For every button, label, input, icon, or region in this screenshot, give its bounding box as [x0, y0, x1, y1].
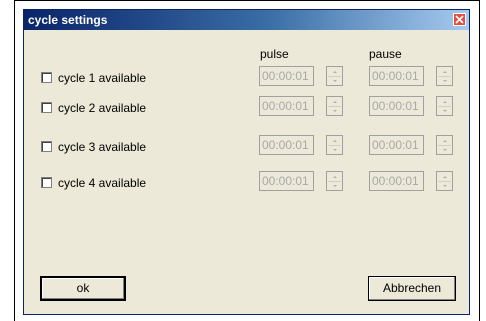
- page-border-top: [14, 0, 480, 1]
- spin-down-icon: [438, 146, 451, 154]
- close-button[interactable]: [453, 13, 466, 26]
- cycle-settings-dialog: cycle settings pulse pause cycle 1 avail…: [23, 9, 470, 315]
- spin-down-icon: [438, 182, 451, 190]
- page-border-left: [14, 0, 15, 321]
- cycle-3-pause-spinner: [436, 135, 453, 155]
- cycle-4-pause-spinner: [436, 171, 453, 191]
- page-border-right: [479, 0, 480, 321]
- spin-down-icon: [438, 77, 451, 85]
- spin-down-icon: [328, 182, 341, 190]
- title-bar[interactable]: cycle settings: [24, 10, 469, 30]
- cycle-3-label: cycle 3 available: [58, 140, 147, 154]
- cycle-1-pulse-spinner: [326, 66, 343, 86]
- spin-up-icon: [328, 68, 341, 77]
- spin-up-icon: [438, 68, 451, 77]
- spin-up-icon: [328, 98, 341, 107]
- cycle-4-pulse-field: 00:00:01: [259, 171, 314, 191]
- spin-up-icon: [438, 173, 451, 182]
- cycle-2-checkbox[interactable]: [41, 102, 52, 113]
- spin-up-icon: [328, 137, 341, 146]
- cycle-3-pulse-spinner: [326, 135, 343, 155]
- spin-up-icon: [438, 137, 451, 146]
- close-icon: [455, 15, 464, 24]
- cycle-2-pulse-spinner: [326, 96, 343, 116]
- cycle-3-checkbox[interactable]: [41, 141, 52, 152]
- spin-down-icon: [328, 107, 341, 115]
- spin-up-icon: [328, 173, 341, 182]
- cycle-4-label: cycle 4 available: [58, 176, 147, 190]
- cancel-button[interactable]: Abbrechen: [368, 276, 456, 301]
- cycle-2-pause-spinner: [436, 96, 453, 116]
- cycle-1-label: cycle 1 available: [58, 71, 147, 85]
- cycle-4-pause-field: 00:00:01: [369, 171, 424, 191]
- cycle-1-pause-field: 00:00:01: [369, 66, 424, 86]
- cycle-1-pause-spinner: [436, 66, 453, 86]
- cycle-2-label: cycle 2 available: [58, 101, 147, 115]
- spin-down-icon: [328, 77, 341, 85]
- cycle-4-checkbox[interactable]: [41, 177, 52, 188]
- pause-column-header: pause: [369, 47, 402, 61]
- dialog-title: cycle settings: [28, 13, 108, 27]
- spin-down-icon: [328, 146, 341, 154]
- ok-button[interactable]: ok: [40, 276, 126, 301]
- cycle-2-pulse-field: 00:00:01: [259, 96, 314, 116]
- cycle-4-pulse-spinner: [326, 171, 343, 191]
- cycle-1-pulse-field: 00:00:01: [259, 66, 314, 86]
- cycle-2-pause-field: 00:00:01: [369, 96, 424, 116]
- cycle-3-pulse-field: 00:00:01: [259, 135, 314, 155]
- spin-down-icon: [438, 107, 451, 115]
- spin-up-icon: [438, 98, 451, 107]
- cycle-3-pause-field: 00:00:01: [369, 135, 424, 155]
- pulse-column-header: pulse: [260, 47, 289, 61]
- cycle-1-checkbox[interactable]: [41, 72, 52, 83]
